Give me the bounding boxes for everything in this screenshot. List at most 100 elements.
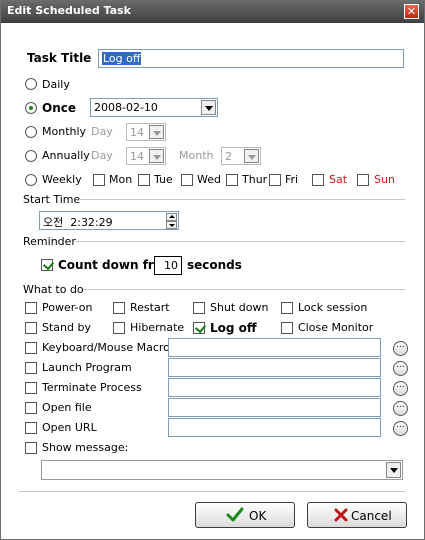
annually-day-label: Day — [91, 149, 113, 162]
daily-label: Daily — [42, 78, 70, 91]
show-message-label: Show message: — [42, 441, 129, 454]
show-message-checkbox[interactable] — [25, 442, 37, 454]
divider — [75, 242, 405, 243]
browse-icon[interactable] — [393, 380, 408, 396]
restart-checkbox[interactable] — [113, 302, 125, 314]
launch-program-label: Launch Program — [42, 361, 132, 374]
launch-program-checkbox[interactable] — [25, 362, 37, 374]
annually-month-label: Month — [179, 149, 214, 162]
chevron-down-icon[interactable] — [244, 149, 259, 163]
annually-month-value: 2 — [225, 150, 232, 163]
start-time-value: 오전 2:32:29 — [43, 216, 113, 229]
seconds-label: seconds — [187, 258, 242, 272]
open-file-label: Open file — [42, 401, 92, 414]
stand-by-label: Stand by — [42, 321, 91, 334]
log-off-checkbox[interactable] — [193, 322, 205, 334]
reminder-label: Reminder — [23, 235, 76, 248]
log-off-label: Log off — [210, 321, 257, 335]
annually-day-select[interactable]: 14 — [126, 147, 166, 165]
keyboard-macro-checkbox[interactable] — [25, 342, 37, 354]
title-bar: Edit Scheduled Task ✕ — [1, 1, 424, 23]
ok-label: OK — [249, 509, 267, 523]
open-url-input[interactable] — [168, 418, 381, 437]
annually-radio[interactable] — [25, 150, 37, 162]
close-monitor-checkbox[interactable] — [281, 322, 293, 334]
open-file-checkbox[interactable] — [25, 402, 37, 414]
hibernate-checkbox[interactable] — [113, 322, 125, 334]
ok-button[interactable]: OK — [195, 502, 295, 528]
checkmark-icon — [226, 507, 244, 522]
cancel-button[interactable]: Cancel — [307, 502, 407, 528]
monthly-day-label: Day — [91, 125, 113, 138]
annually-month-select[interactable]: 2 — [221, 147, 261, 165]
sun-label: Sun — [374, 173, 395, 186]
task-title-input[interactable]: Log off — [98, 49, 404, 68]
window-title: Edit Scheduled Task — [7, 4, 131, 17]
weekly-radio[interactable] — [25, 174, 37, 186]
monthly-day-select[interactable]: 14 — [126, 123, 166, 141]
divider — [19, 492, 405, 493]
start-time-input[interactable]: 오전 2:32:29 — [39, 211, 179, 230]
browse-icon[interactable] — [393, 400, 408, 416]
close-icon[interactable]: ✕ — [404, 4, 419, 19]
browse-icon[interactable] — [393, 360, 408, 376]
shut-down-checkbox[interactable] — [193, 302, 205, 314]
monthly-label: Monthly — [42, 125, 87, 138]
hibernate-label: Hibernate — [130, 321, 185, 334]
wed-checkbox[interactable] — [181, 174, 193, 186]
launch-program-input[interactable] — [168, 358, 381, 377]
monthly-day-value: 14 — [130, 126, 144, 139]
countdown-value: 10 — [164, 259, 178, 272]
fri-checkbox[interactable] — [269, 174, 281, 186]
power-on-checkbox[interactable] — [25, 302, 37, 314]
sun-checkbox[interactable] — [357, 174, 369, 186]
show-message-select[interactable] — [41, 460, 403, 480]
mon-checkbox[interactable] — [93, 174, 105, 186]
chevron-down-icon[interactable] — [149, 125, 164, 139]
weekly-label: Weekly — [42, 173, 82, 186]
spin-down-icon[interactable] — [166, 221, 177, 229]
tue-label: Tue — [154, 173, 173, 186]
terminate-process-label: Terminate Process — [42, 381, 142, 394]
keyboard-macro-label: Keyboard/Mouse Macro — [42, 341, 170, 354]
power-on-label: Power-on — [42, 301, 93, 314]
monthly-radio[interactable] — [25, 126, 37, 138]
sat-label: Sat — [329, 173, 348, 186]
once-radio[interactable] — [25, 102, 37, 114]
countdown-input[interactable]: 10 — [154, 256, 182, 275]
countdown-checkbox[interactable] — [41, 259, 53, 271]
divider — [83, 290, 405, 291]
once-date-value: 2008-02-10 — [94, 101, 158, 114]
browse-icon[interactable] — [393, 340, 408, 356]
task-title-label: Task Title — [27, 51, 92, 65]
what-to-do-label: What to do — [23, 283, 84, 296]
shut-down-label: Shut down — [210, 301, 269, 314]
thu-checkbox[interactable] — [226, 174, 238, 186]
tue-checkbox[interactable] — [138, 174, 150, 186]
stand-by-checkbox[interactable] — [25, 322, 37, 334]
lock-session-checkbox[interactable] — [281, 302, 293, 314]
lock-session-label: Lock session — [298, 301, 368, 314]
close-monitor-label: Close Monitor — [298, 321, 374, 334]
cancel-label: Cancel — [351, 509, 392, 523]
terminate-process-input[interactable] — [168, 378, 381, 397]
chevron-down-icon[interactable] — [149, 149, 164, 163]
restart-label: Restart — [130, 301, 170, 314]
annually-day-value: 14 — [130, 150, 144, 163]
chevron-down-icon[interactable] — [386, 462, 401, 478]
annually-label: Annually — [42, 149, 90, 162]
browse-icon[interactable] — [393, 420, 408, 436]
once-date-select[interactable]: 2008-02-10 — [90, 98, 218, 117]
terminate-process-checkbox[interactable] — [25, 382, 37, 394]
divider — [79, 200, 405, 201]
keyboard-macro-input[interactable] — [168, 338, 381, 357]
start-time-spinner[interactable] — [166, 213, 177, 229]
chevron-down-icon[interactable] — [201, 100, 216, 115]
open-file-input[interactable] — [168, 398, 381, 417]
spin-up-icon[interactable] — [166, 213, 177, 221]
daily-radio[interactable] — [25, 78, 37, 90]
sat-checkbox[interactable] — [312, 174, 324, 186]
x-icon — [334, 508, 348, 522]
thu-label: Thur — [242, 173, 268, 186]
open-url-checkbox[interactable] — [25, 422, 37, 434]
